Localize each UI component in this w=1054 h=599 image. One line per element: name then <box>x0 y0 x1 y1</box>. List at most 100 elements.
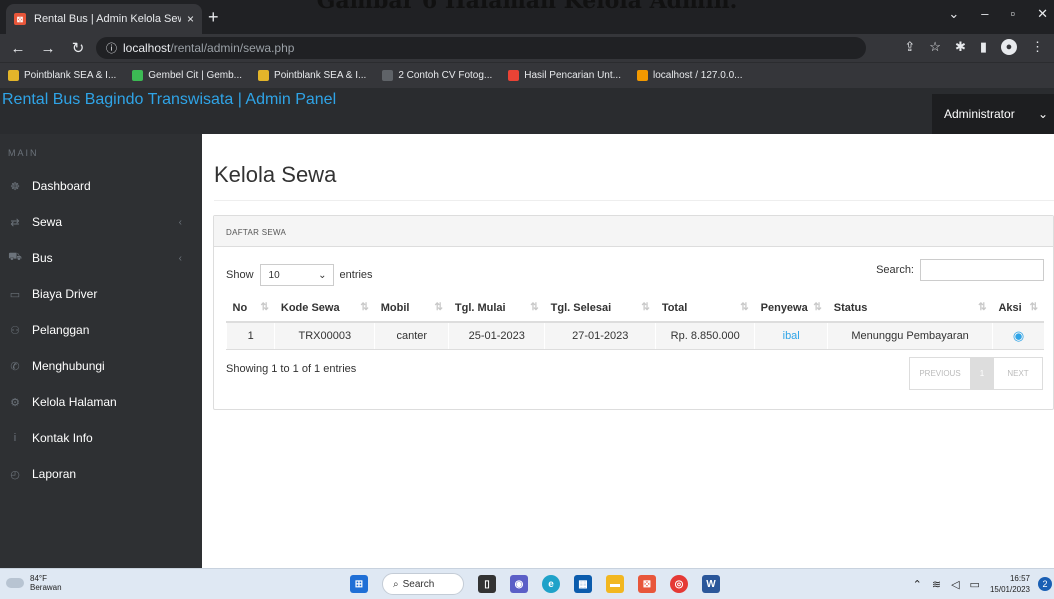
xampp-favicon-icon: ⊠ <box>14 13 26 25</box>
restore-icon[interactable]: ▫ <box>1010 6 1015 22</box>
word-icon[interactable]: W <box>702 575 720 593</box>
bookmark-label: Gembel Cit | Gemb... <box>148 70 243 81</box>
close-tab-icon[interactable]: × <box>187 12 194 26</box>
forward-icon[interactable]: → <box>36 40 60 57</box>
chat-icon[interactable]: ◉ <box>510 575 528 593</box>
minimize-icon[interactable]: – <box>981 6 988 22</box>
bookmark-item[interactable]: Hasil Pencarian Unt... <box>508 70 621 81</box>
table-controls: Show 10 ⌄ entries Search: <box>226 259 1044 286</box>
sidebar-item-label: Dashboard <box>32 179 91 193</box>
url-input[interactable]: ⓘ localhost /rental/admin/sewa.php <box>96 37 866 59</box>
store-icon[interactable]: ▦ <box>574 575 592 593</box>
cell-status: Menunggu Pembayaran <box>827 322 993 350</box>
temperature: 84°F <box>30 574 47 583</box>
sort-icon: ⇅ <box>641 301 650 313</box>
search-input[interactable] <box>920 259 1044 281</box>
column-header[interactable]: Mobil ⇅ <box>374 294 449 323</box>
taskbar-apps: ⊞ ⌕ Search ▯ ◉ e ▦ ▬ ⊠ ◎ W <box>350 573 720 595</box>
sort-icon: ⇅ <box>360 301 369 313</box>
column-header[interactable]: Penyewa ⇅ <box>754 294 828 323</box>
taskbar-search-label: Search <box>402 578 435 590</box>
cell-penyewa[interactable]: ibal <box>754 322 828 350</box>
sidebar-item-kelola-halaman[interactable]: ⚙ Kelola Halaman <box>0 384 202 420</box>
back-icon[interactable]: ← <box>6 40 30 57</box>
clock[interactable]: 16:57 15/01/2023 <box>990 573 1030 595</box>
column-header[interactable]: Kode Sewa ⇅ <box>274 294 375 323</box>
entries-select[interactable]: 10 ⌄ <box>259 264 334 286</box>
bookmark-item[interactable]: localhost / 127.0.0... <box>636 70 743 81</box>
share-icon[interactable]: ⇪ <box>904 39 915 55</box>
url-path: /rental/admin/sewa.php <box>170 41 295 55</box>
next-page-button[interactable]: NEXT <box>994 358 1042 389</box>
close-window-icon[interactable]: ✕ <box>1037 6 1048 22</box>
column-header[interactable]: Tgl. Selesai ⇅ <box>544 294 656 323</box>
bookmark-item[interactable]: 2 Contoh CV Fotog... <box>382 70 492 81</box>
bookmark-favicon-icon <box>636 70 648 81</box>
browser-tab-bar: ⊠ Rental Bus | Admin Kelola Sewa × + ⌄ –… <box>0 0 1054 34</box>
task-view-icon[interactable]: ▯ <box>478 575 496 593</box>
gear-icon: ⚙ <box>10 396 20 409</box>
bookmark-label: localhost / 127.0.0... <box>652 70 743 81</box>
bookmark-item[interactable]: Pointblank SEA & I... <box>8 70 116 81</box>
column-header[interactable]: Total ⇅ <box>655 294 755 323</box>
star-icon[interactable]: ☆ <box>929 39 941 55</box>
eye-icon[interactable]: ◉ <box>991 322 1044 350</box>
extensions-icon[interactable]: ✱ <box>955 39 966 55</box>
taskbar-search[interactable]: ⌕ Search <box>382 573 464 595</box>
battery-icon[interactable]: ▭ <box>970 578 980 591</box>
report-icon: ◴ <box>10 468 20 481</box>
sidebar-item-bus[interactable]: ⛟ Bus ‹ <box>0 240 202 276</box>
file-explorer-icon[interactable]: ▬ <box>606 575 624 593</box>
column-header[interactable]: Aksi ⇅ <box>992 294 1044 323</box>
cell-mobil: canter <box>374 322 449 350</box>
wifi-icon[interactable]: ≋ <box>932 578 941 591</box>
tab-search-icon[interactable]: ⌄ <box>948 6 959 22</box>
chevron-left-icon: ‹ <box>178 216 182 228</box>
app-header: Rental Bus Bagindo Transwisata | Admin P… <box>0 88 1054 134</box>
sidebar-item-label: Bus <box>32 251 53 265</box>
car-icon: ⛟ <box>8 251 22 263</box>
sidebar-item-menghubungi[interactable]: ✆ Menghubungi <box>0 348 202 384</box>
previous-page-button[interactable]: PREVIOUS <box>910 358 970 389</box>
volume-icon[interactable]: ◁ <box>951 578 959 591</box>
column-header[interactable]: No ⇅ <box>226 294 275 323</box>
brand-title[interactable]: Rental Bus Bagindo Transwisata | Admin P… <box>2 91 336 109</box>
rental-table: No ⇅ Kode Sewa ⇅ Mobil ⇅ Tgl. Mulai ⇅ Tgl. Seles… <box>225 294 1044 350</box>
chevron-up-icon[interactable]: ⌃ <box>913 578 922 591</box>
user-menu-button[interactable]: Administrator ⌄ <box>932 94 1054 134</box>
site-info-icon[interactable]: ⓘ <box>106 40 117 56</box>
start-icon[interactable]: ⊞ <box>350 575 368 593</box>
sidebar-item-dashboard[interactable]: ☸ Dashboard <box>0 168 202 204</box>
bookmark-item[interactable]: Pointblank SEA & I... <box>258 70 366 81</box>
side-panel-icon[interactable]: ▮ <box>980 39 987 55</box>
xampp-icon[interactable]: ⊠ <box>638 575 656 593</box>
chrome-icon[interactable]: ◎ <box>670 575 688 593</box>
sidebar-item-label: Kelola Halaman <box>32 395 117 409</box>
sidebar-item-biaya-driver[interactable]: ▭ Biaya Driver <box>0 276 202 312</box>
weather-widget[interactable]: 84°F Berawan <box>6 574 62 592</box>
bookmark-item[interactable]: Gembel Cit | Gemb... <box>132 70 242 81</box>
page-title: Kelola Sewa <box>214 162 337 187</box>
menu-kebab-icon[interactable]: ⋮ <box>1031 39 1044 55</box>
search-icon: ⌕ <box>393 578 399 590</box>
notification-badge[interactable]: 2 <box>1038 577 1052 591</box>
cell-kode: TRX00003 <box>274 322 375 350</box>
column-header-label: Tgl. Selesai <box>550 301 612 314</box>
column-header[interactable]: Tgl. Mulai ⇅ <box>448 294 545 323</box>
new-tab-button[interactable]: + <box>208 8 219 26</box>
sidebar-item-laporan[interactable]: ◴ Laporan <box>0 456 202 492</box>
browser-tab[interactable]: ⊠ Rental Bus | Admin Kelola Sewa × <box>6 4 202 34</box>
column-header[interactable]: Status ⇅ <box>827 294 993 323</box>
sidebar-item-label: Menghubungi <box>32 359 105 373</box>
sidebar-item-pelanggan[interactable]: ⚇ Pelanggan <box>0 312 202 348</box>
column-header-label: Mobil <box>380 301 410 314</box>
sidebar-item-sewa[interactable]: ⇄ Sewa ‹ <box>0 204 202 240</box>
column-header-label: Penyewa <box>760 301 808 314</box>
reload-icon[interactable]: ↻ <box>66 39 90 57</box>
sidebar-item-kontak-info[interactable]: i Kontak Info <box>0 420 202 456</box>
money-icon: ▭ <box>9 288 21 301</box>
edge-icon[interactable]: e <box>542 575 560 593</box>
profile-avatar-icon[interactable]: ● <box>1001 39 1017 55</box>
sidebar-item-label: Kontak Info <box>32 431 93 445</box>
page-1-button[interactable]: 1 <box>970 358 994 389</box>
